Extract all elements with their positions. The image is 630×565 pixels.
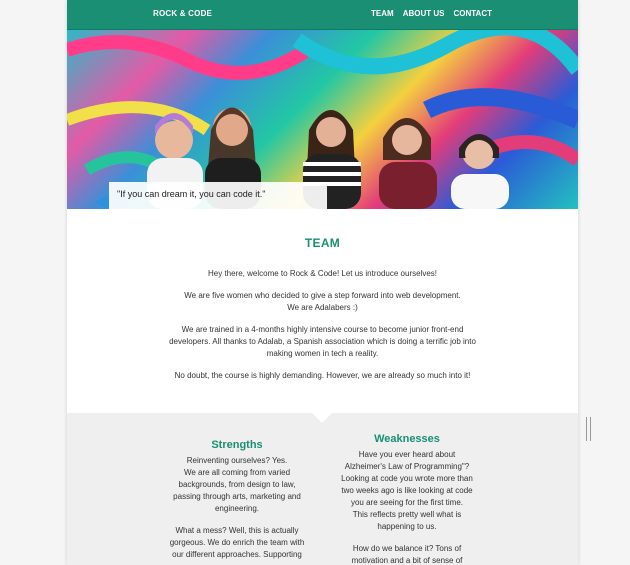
text-line: our different approaches. Supporting [172,550,302,559]
quote-arrow-icon [95,195,109,209]
team-line: developers. All thanks to Adalab, a Span… [169,337,476,346]
text-line: happening to us. [377,522,437,531]
weaknesses-paragraph: Have you ever heard about Alzheimer's La… [332,449,482,533]
text-line: Reinventing ourselves? Yes. [186,456,288,465]
team-title: TEAM [304,236,341,250]
weaknesses-title: Weaknesses [374,433,440,445]
text-line: What a mess? Well, this is actually [175,526,299,535]
page-container: ROCK & CODE TEAM ABOUT US CONTACT "If yo… [67,0,578,565]
text-line: Alzheimer's Law of Programming"? [344,462,470,471]
team-paragraph: We are trained in a 4-months highly inte… [67,324,578,360]
team-paragraph: We are five women who decided to give a … [67,290,578,314]
text-line: This reflects pretty well what is [352,510,462,519]
section-notch [311,412,333,423]
text-line: gorgeous. We do enrich the team with [169,538,305,547]
text-line: Have you ever heard about [358,450,456,459]
team-intro: Hey there, welcome to Rock & Code! Let u… [67,268,578,382]
nav-link-team[interactable]: TEAM [371,9,394,18]
text-line: How do we balance it? Tons of [352,544,462,553]
brand-logo[interactable]: ROCK & CODE [153,9,212,18]
team-section: TEAM Hey there, welcome to Rock & Code! … [67,209,578,413]
strengths-paragraph: What a mess? Well, this is actually gorg… [162,525,312,561]
text-line: motivation and a bit of sense of [351,556,463,565]
scrollbar-handle[interactable] [586,417,591,441]
text-line: Looking at code you wrote more than [341,474,473,483]
team-line: We are trained in a 4-months highly inte… [181,325,464,334]
text-line: engineering. [214,504,260,513]
nav-link-about-us[interactable]: ABOUT US [403,9,445,18]
team-line: making women in tech a reality. [266,349,379,358]
strengths-column: Strengths Reinventing ourselves? Yes. We… [162,439,312,565]
navbar: ROCK & CODE TEAM ABOUT US CONTACT [67,0,578,30]
strengths-title: Strengths [211,439,263,451]
text-line: passing through arts, marketing and [173,492,301,501]
hero-quote: "If you can dream it, you can code it." [109,182,327,209]
hero-image: "If you can dream it, you can code it." [67,30,578,209]
team-paragraph: Hey there, welcome to Rock & Code! Let u… [208,269,437,278]
team-line: We are five women who decided to give a … [184,291,461,300]
text-line: backgrounds, from design to law, [178,480,296,489]
text-line: We are all coming from varied [183,468,291,477]
strengths-weaknesses-section: Strengths Reinventing ourselves? Yes. We… [67,412,578,565]
strengths-paragraph: Reinventing ourselves? Yes. We are all c… [162,455,312,515]
text-line: two weeks ago is like looking at code [341,486,473,495]
nav-links: TEAM ABOUT US CONTACT [371,9,492,18]
team-paragraph: No doubt, the course is highly demanding… [174,371,471,380]
weaknesses-paragraph: How do we balance it? Tons of motivation… [332,543,482,565]
team-line: We are Adalabers :) [287,303,358,312]
weaknesses-column: Weaknesses Have you ever heard about Alz… [332,433,482,565]
text-line: you are seeing for the first time. [350,498,464,507]
nav-link-contact[interactable]: CONTACT [453,9,492,18]
